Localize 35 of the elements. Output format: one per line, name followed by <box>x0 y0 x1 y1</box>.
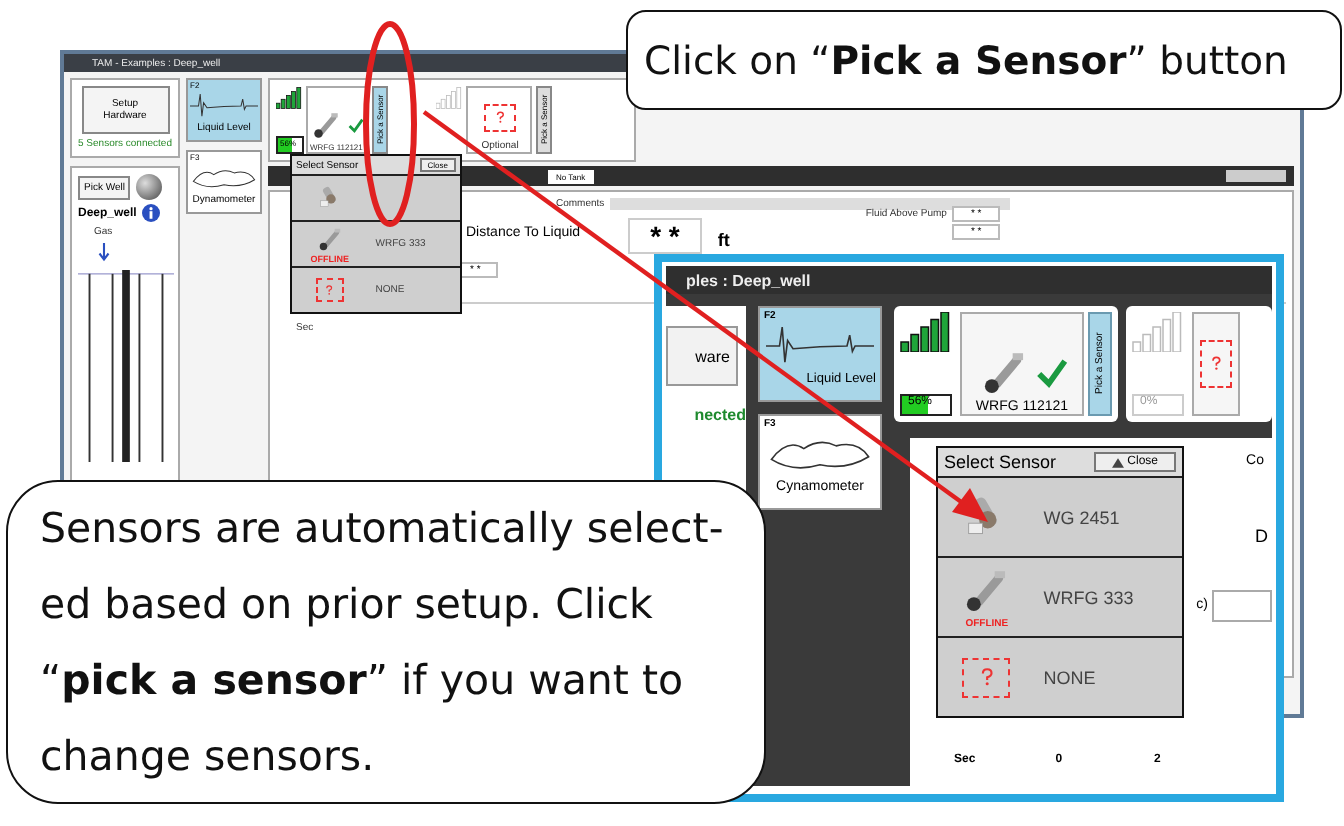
sensor-icon <box>310 110 342 142</box>
sensors-status: nected <box>692 406 746 424</box>
comments-field[interactable] <box>610 198 1011 210</box>
sensor-name: NONE <box>1043 667 1096 687</box>
up-triangle-icon <box>1111 457 1124 467</box>
signal-icon <box>1132 312 1184 352</box>
callout-text: Sensors are automatically select- ed based on prior setup. Click “pick a sensor” if you want to change sensors. <box>6 480 766 804</box>
callout-text: Click on “Pick a Sensor” button <box>626 10 1342 110</box>
sensor-option[interactable]: WG 2451 <box>938 476 1182 556</box>
sensor-name: WRFG 333 <box>1043 587 1134 607</box>
question-icon <box>484 104 516 132</box>
check-icon <box>1035 358 1067 390</box>
question-icon <box>1200 340 1232 388</box>
value-field <box>1212 590 1272 622</box>
signal-icon <box>900 312 952 352</box>
popup-title: Select Sensor <box>944 452 1057 472</box>
setup-hardware-button[interactable]: ware <box>666 326 738 386</box>
sensor-name: WG 2451 <box>1043 507 1120 527</box>
question-icon <box>315 278 344 302</box>
signal-icon <box>276 86 302 110</box>
window-title: ples : Deep_well <box>686 271 811 289</box>
check-icon <box>348 118 364 134</box>
question-icon <box>962 657 1011 697</box>
sensor-option[interactable]: NONE <box>938 636 1182 716</box>
sensor-icon <box>315 225 344 253</box>
down-arrow-icon <box>98 242 110 262</box>
field-label: D <box>1255 526 1268 546</box>
unit-label: ft <box>717 230 730 250</box>
sensor-card[interactable] <box>1192 312 1240 416</box>
ball-icon <box>136 174 163 200</box>
waveform-drawing <box>190 90 258 122</box>
signal-icon <box>436 86 462 110</box>
info-icon <box>142 204 161 222</box>
sensor-option[interactable] <box>292 174 460 220</box>
distance-value: * * <box>628 218 702 254</box>
